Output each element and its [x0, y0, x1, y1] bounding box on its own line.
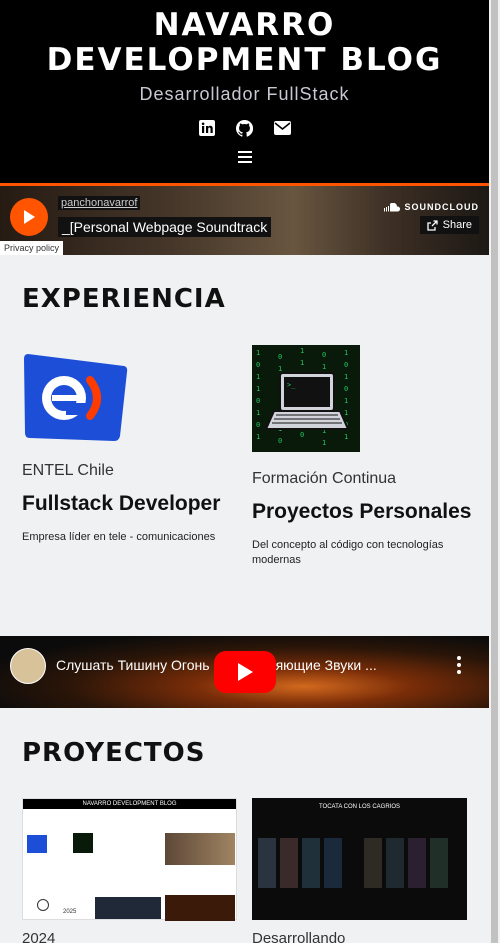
- channel-avatar[interactable]: [10, 648, 46, 684]
- youtube-play-button[interactable]: [214, 651, 276, 693]
- card-description: Empresa líder en tele - comunicaciones: [22, 531, 216, 543]
- scrollbar[interactable]: [489, 0, 500, 943]
- svg-text:0: 0: [256, 421, 260, 429]
- site-header: NAVARRO DEVELOPMENT BLOG Desarrollador F…: [0, 0, 489, 183]
- projects-heading: PROYECTOS: [22, 738, 206, 768]
- svg-text:1: 1: [256, 373, 260, 381]
- thumb-year: 2025: [63, 909, 77, 915]
- page: NAVARRO DEVELOPMENT BLOG Desarrollador F…: [0, 0, 489, 943]
- track-title[interactable]: _[Personal Webpage Soundtrack: [58, 217, 272, 237]
- project-label: Desarrollando: [252, 930, 346, 943]
- experience-heading: EXPERIENCIA: [22, 284, 226, 314]
- svg-text:1: 1: [344, 373, 348, 381]
- svg-text:1: 1: [300, 347, 304, 355]
- share-button[interactable]: Share: [419, 216, 479, 234]
- svg-text:1: 1: [256, 409, 260, 417]
- soundcloud-logo[interactable]: SOUNDCLOUD: [383, 202, 480, 212]
- experience-card-personal: 10110101 0110 110 0111 10101101 >_ Forma…: [252, 345, 472, 568]
- thumb-title: NAVARRO DEVELOPMENT BLOG: [23, 799, 236, 809]
- svg-text:0: 0: [344, 361, 348, 369]
- svg-text:0: 0: [322, 351, 326, 359]
- svg-text:0: 0: [256, 397, 260, 405]
- thumb-title: TOCATA CON LOS CAGRIOS: [318, 804, 400, 810]
- svg-text:1: 1: [344, 409, 348, 417]
- soundcloud-player: panchonavarrof _[Personal Webpage Soundt…: [0, 183, 489, 255]
- blog-title: NAVARRO DEVELOPMENT BLOG: [0, 8, 489, 78]
- scrollbar-thumb[interactable]: [491, 0, 498, 943]
- share-icon: [426, 219, 438, 231]
- svg-text:0: 0: [256, 361, 260, 369]
- github-icon[interactable]: [236, 119, 254, 137]
- social-links: [0, 119, 489, 137]
- privacy-policy-link[interactable]: Privacy policy: [0, 241, 64, 255]
- svg-text:0: 0: [300, 431, 304, 439]
- linkedin-icon[interactable]: [198, 119, 216, 137]
- soundcloud-brand-label: SOUNDCLOUD: [404, 202, 479, 212]
- hamburger-icon[interactable]: [237, 151, 252, 163]
- youtube-player[interactable]: Слушать Тишину Огонь Расслабляющие Звуки…: [0, 636, 489, 708]
- share-label: Share: [442, 219, 472, 231]
- svg-text:1: 1: [344, 397, 348, 405]
- svg-text:>_: >_: [287, 381, 296, 389]
- card-org: ENTEL Chile: [22, 462, 114, 479]
- svg-text:1: 1: [300, 359, 304, 367]
- svg-text:0: 0: [278, 437, 282, 445]
- svg-text:1: 1: [256, 349, 260, 357]
- blog-subtitle: Desarrollador FullStack: [139, 84, 350, 104]
- blog-title-line1: NAVARRO: [153, 7, 336, 43]
- svg-text:1: 1: [256, 433, 260, 441]
- svg-text:1: 1: [344, 433, 348, 441]
- svg-text:0: 0: [278, 353, 282, 361]
- card-role: Fullstack Developer: [22, 492, 221, 515]
- svg-text:1: 1: [322, 439, 326, 447]
- card-role: Proyectos Personales: [252, 500, 472, 523]
- envelope-icon[interactable]: [274, 119, 292, 137]
- project-label: 2024: [22, 930, 56, 943]
- play-icon: [238, 663, 253, 681]
- card-org: Formación Continua: [252, 470, 397, 487]
- laptop-matrix-image: 10110101 0110 110 0111 10101101 >_: [252, 345, 360, 452]
- soundcloud-user-link[interactable]: panchonavarrof: [58, 196, 141, 210]
- svg-text:1: 1: [256, 385, 260, 393]
- experience-card-entel: ENTEL Chile Fullstack Developer Empresa …: [22, 352, 242, 545]
- play-icon[interactable]: [10, 198, 48, 236]
- card-description: Del concepto al código con tecnologías m…: [252, 539, 444, 566]
- svg-text:1: 1: [322, 363, 326, 371]
- svg-text:1: 1: [344, 349, 348, 357]
- svg-text:1: 1: [278, 365, 282, 373]
- entel-logo: [22, 352, 130, 444]
- svg-text:0: 0: [344, 385, 348, 393]
- project-thumbnail-blog[interactable]: NAVARRO DEVELOPMENT BLOG 2025: [22, 798, 237, 921]
- blog-title-line2: DEVELOPMENT BLOG: [46, 42, 443, 78]
- soundcloud-icon: [383, 202, 400, 211]
- more-options-icon[interactable]: [457, 656, 461, 674]
- project-thumbnail-tocata[interactable]: TOCATA CON LOS CAGRIOS: [252, 798, 467, 920]
